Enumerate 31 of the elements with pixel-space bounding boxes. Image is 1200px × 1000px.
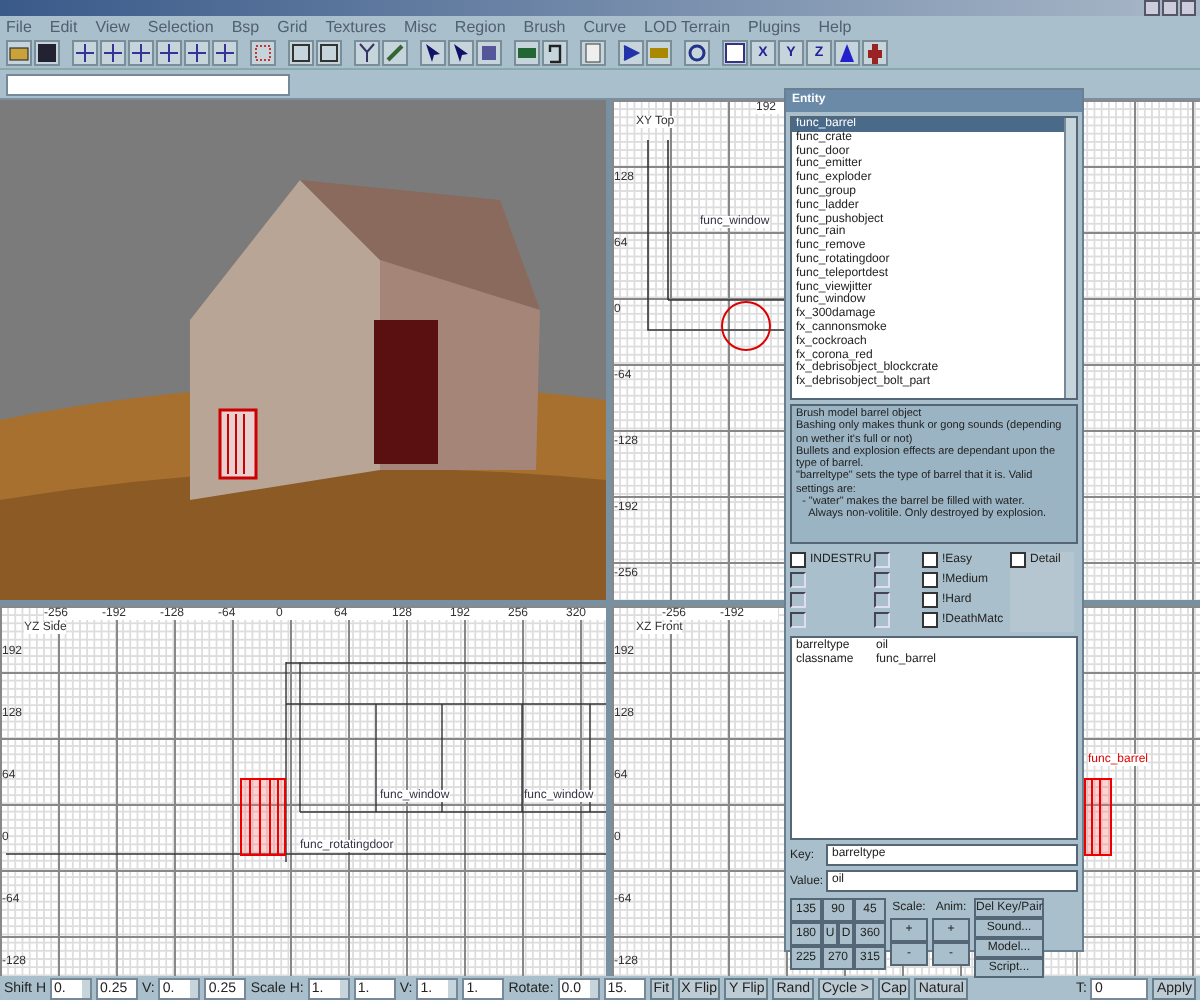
arrow-icon[interactable] bbox=[100, 39, 126, 65]
circle-marker-icon bbox=[720, 300, 772, 352]
command-field[interactable] bbox=[6, 73, 290, 95]
checkbox[interactable] bbox=[922, 592, 938, 608]
scrollbar-icon[interactable] bbox=[1064, 118, 1076, 398]
arrow-icon[interactable] bbox=[128, 39, 154, 65]
page-icon[interactable] bbox=[580, 39, 606, 65]
checkbox[interactable] bbox=[922, 552, 938, 568]
folder-icon[interactable] bbox=[6, 39, 32, 65]
arrow-icon[interactable] bbox=[156, 39, 182, 65]
arrow-icon[interactable] bbox=[184, 39, 210, 65]
checkbox[interactable] bbox=[922, 572, 938, 588]
checkbox[interactable] bbox=[790, 552, 806, 568]
cube-icon[interactable] bbox=[476, 39, 502, 65]
checkbox[interactable] bbox=[922, 612, 938, 628]
frame-icon[interactable] bbox=[288, 39, 314, 65]
triangle-icon[interactable] bbox=[834, 39, 860, 65]
checkbox[interactable] bbox=[1010, 552, 1026, 568]
selected-brush-drawing bbox=[1084, 778, 1112, 856]
cursor-icon[interactable] bbox=[448, 39, 474, 65]
save-icon[interactable] bbox=[34, 39, 60, 65]
class-list[interactable] bbox=[790, 116, 1078, 400]
dots-icon[interactable] bbox=[250, 39, 276, 65]
frame-icon[interactable] bbox=[316, 39, 342, 65]
selected-brush-drawing bbox=[240, 778, 286, 856]
window-buttons-icon[interactable] bbox=[1140, 0, 1200, 16]
arrow-icon[interactable] bbox=[72, 39, 98, 65]
menu-item[interactable]: Bsp bbox=[231, 17, 260, 35]
figure-icon[interactable] bbox=[862, 39, 888, 65]
cursor-icon[interactable] bbox=[420, 39, 446, 65]
arrow-icon[interactable] bbox=[212, 39, 238, 65]
